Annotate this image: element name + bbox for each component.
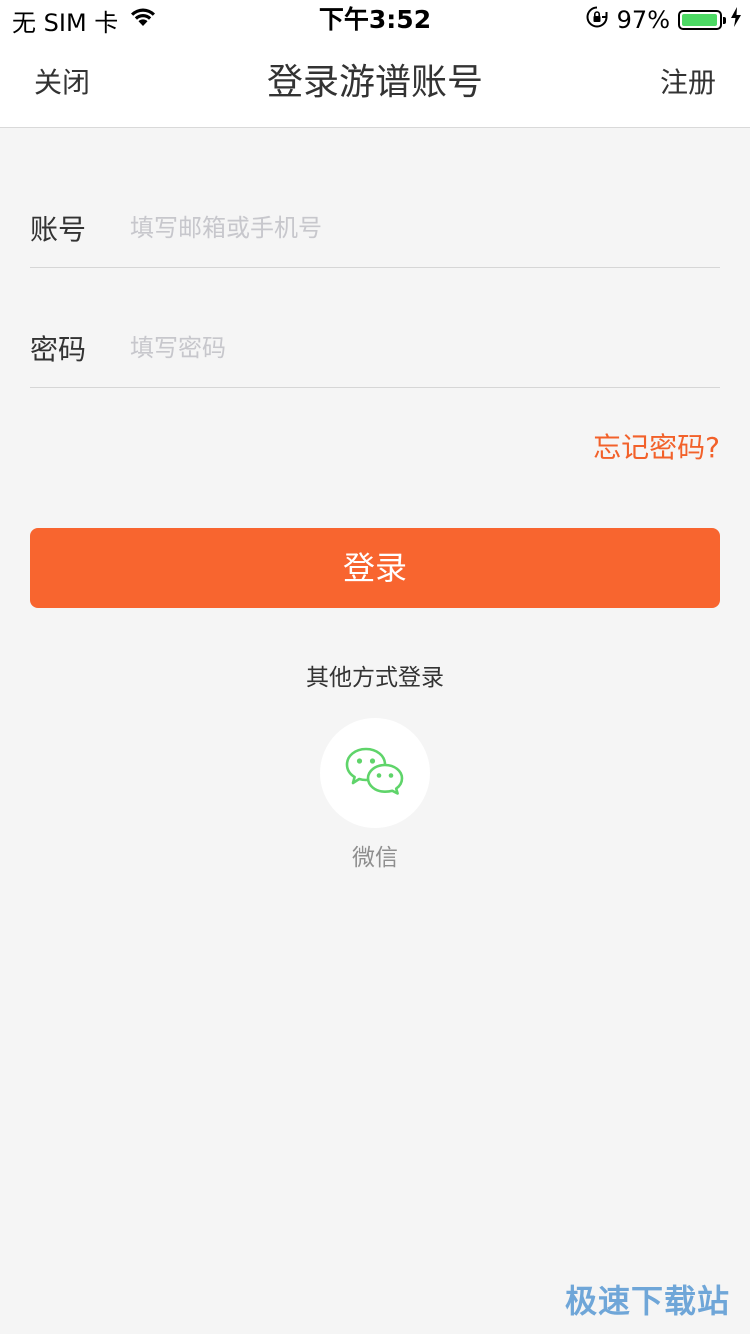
password-input[interactable] <box>130 327 720 368</box>
account-input[interactable] <box>130 207 720 248</box>
battery-icon <box>678 10 726 30</box>
watermark-logo: 极速下载站 <box>564 1282 730 1320</box>
account-field-row: 账号 <box>30 188 720 268</box>
password-label: 密码 <box>30 332 87 366</box>
wechat-label: 微信 <box>352 845 398 871</box>
account-label: 账号 <box>30 212 87 246</box>
battery-percent: 97% <box>616 6 670 34</box>
password-field-row: 密码 <box>30 308 720 388</box>
other-login-title: 其他方式登录 <box>306 665 444 691</box>
status-bar: 无 SIM 卡 下午3:52 97% <box>0 0 750 40</box>
rotation-lock-icon <box>585 5 609 35</box>
wechat-icon <box>344 746 406 800</box>
wechat-login-button[interactable] <box>320 718 430 828</box>
charging-bolt-icon <box>730 6 742 34</box>
register-button[interactable]: 注册 <box>660 40 716 128</box>
page-title: 登录游谱账号 <box>266 62 483 103</box>
status-right: 97% <box>585 4 742 36</box>
forgot-password-link[interactable]: 忘记密码? <box>593 428 720 468</box>
login-button[interactable]: 登录 <box>30 528 720 608</box>
nav-bar: 关闭 登录游谱账号 注册 <box>0 40 750 128</box>
battery-level <box>682 14 717 26</box>
